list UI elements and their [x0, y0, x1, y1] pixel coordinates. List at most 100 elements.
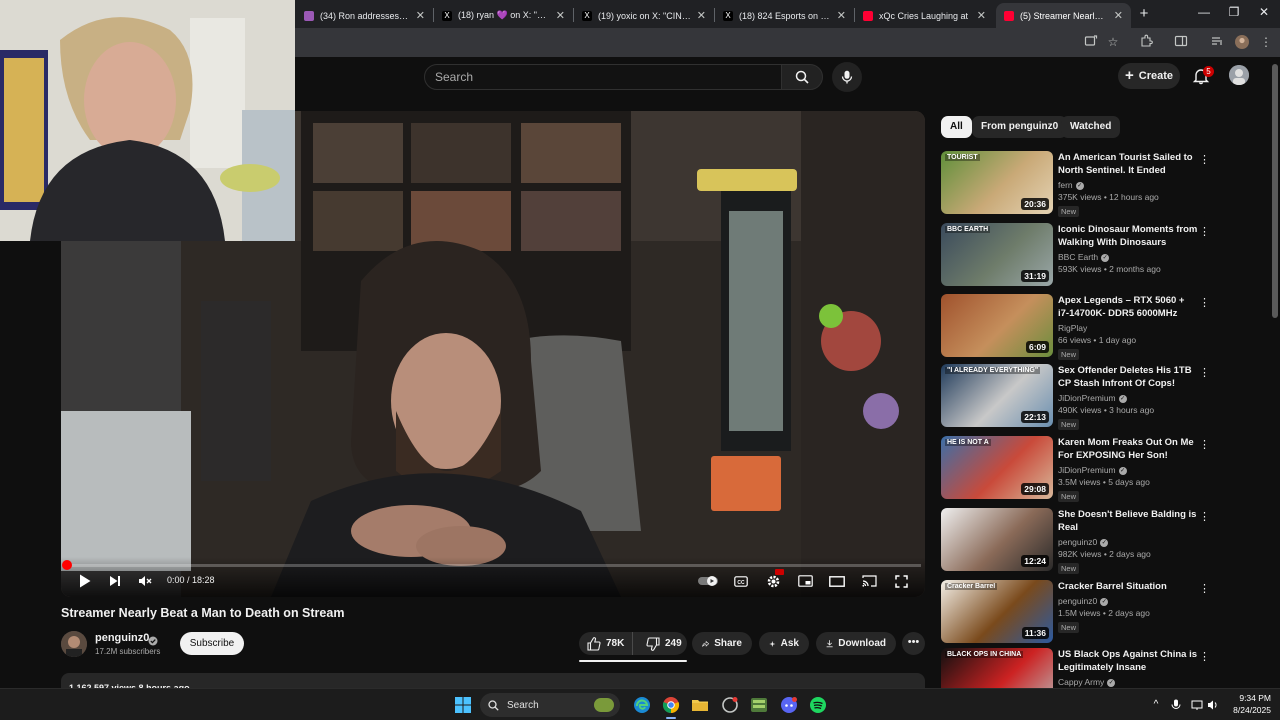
more-options-icon[interactable]: ⋮	[1199, 153, 1210, 167]
channel-avatar[interactable]	[61, 631, 87, 657]
network-icon[interactable]	[1191, 699, 1203, 711]
video-title[interactable]: Iconic Dinosaur Moments from Walking Wit…	[1058, 223, 1198, 249]
chip-from-channel[interactable]: From penguinz0	[972, 116, 1068, 138]
recommended-video[interactable]: 6:09 Apex Legends – RTX 5060 + i7-14700K-…	[941, 294, 1211, 360]
video-title[interactable]: Sex Offender Deletes His 1TB CP Stash In…	[1058, 364, 1198, 390]
video-title[interactable]: Apex Legends – RTX 5060 + i7-14700K- DDR…	[1058, 294, 1198, 320]
video-title[interactable]: Cracker Barrel Situation	[1058, 580, 1198, 593]
voice-search-button[interactable]	[832, 62, 862, 92]
seek-bar[interactable]	[61, 560, 921, 570]
recommended-video[interactable]: TOURIST 20:36 An American Tourist Sailed t…	[941, 151, 1211, 217]
taskbar-clock[interactable]: 9:34 PM	[1226, 693, 1271, 703]
more-options-icon[interactable]: ⋮	[1199, 225, 1210, 239]
browser-tab[interactable]: (34) Ron addresses botting ✕	[296, 3, 433, 28]
video-title[interactable]: Karen Mom Freaks Out On Me For EXPOSING …	[1058, 436, 1198, 462]
chip-watched[interactable]: Watched	[1061, 116, 1121, 138]
like-button[interactable]: 78K	[579, 632, 633, 655]
video-thumbnail[interactable]: HE IS NOT A 29:08	[941, 436, 1053, 499]
channel-name[interactable]: BBC Earth ✓	[1058, 252, 1110, 262]
star-icon[interactable]: ☆	[1105, 34, 1121, 50]
windows-start-icon[interactable]	[454, 696, 472, 714]
autoplay-toggle[interactable]	[697, 573, 719, 589]
channel-name[interactable]: JiDionPremium ✓	[1058, 393, 1127, 403]
video-title[interactable]: She Doesn't Believe Balding is Real	[1058, 508, 1198, 534]
more-options-icon[interactable]: ⋮	[1199, 366, 1210, 380]
dislike-button[interactable]: 249	[638, 632, 682, 655]
channel-name[interactable]: JiDionPremium ✓	[1058, 465, 1127, 475]
more-options-icon[interactable]: ⋮	[1199, 582, 1210, 596]
download-button[interactable]: Download	[816, 632, 896, 655]
mute-button[interactable]	[137, 573, 153, 589]
subscribe-button[interactable]: Subscribe	[180, 632, 244, 655]
cast-button[interactable]	[861, 573, 877, 589]
fullscreen-button[interactable]	[893, 573, 909, 589]
close-window-button[interactable]: ✕	[1254, 5, 1274, 19]
new-tab-button[interactable]: +	[1136, 5, 1152, 23]
video-title[interactable]: US Black Ops Against China is Legitimate…	[1058, 648, 1198, 674]
search-button[interactable]	[781, 64, 823, 90]
screen-capture-icon[interactable]	[1083, 34, 1099, 50]
spotify-icon[interactable]	[809, 696, 827, 714]
taskbar-date[interactable]: 8/24/2025	[1226, 705, 1271, 715]
taskbar-search[interactable]: Search	[480, 693, 620, 717]
channel-name[interactable]: penguinz0	[95, 632, 149, 644]
more-options-icon[interactable]: ⋮	[1199, 438, 1210, 452]
more-options-icon[interactable]: ⋮	[1199, 296, 1210, 310]
recommended-video[interactable]: BBC EARTH 31:19 Iconic Dinosaur Moments fr…	[941, 223, 1211, 287]
settings-button[interactable]	[765, 569, 784, 589]
more-actions-button[interactable]: •••	[902, 632, 925, 655]
search-input[interactable]: Search	[424, 64, 782, 90]
browser-tab[interactable]: X (19) yoxic on X: "CINNA & ✕	[574, 3, 714, 28]
video-thumbnail[interactable]: 12:24	[941, 508, 1053, 571]
close-tab-icon[interactable]: ✕	[837, 9, 846, 22]
video-thumbnail[interactable]: BBC EARTH 31:19	[941, 223, 1053, 286]
sidebar-icon[interactable]	[1173, 34, 1189, 50]
seek-bar-handle[interactable]	[61, 560, 72, 570]
more-options-icon[interactable]: ⋮	[1199, 510, 1210, 524]
close-tab-icon[interactable]: ✕	[697, 9, 706, 22]
microphone-icon[interactable]	[1170, 699, 1182, 711]
play-button[interactable]	[77, 573, 93, 589]
edge-icon[interactable]	[633, 696, 651, 714]
channel-name[interactable]: RigPlay	[1058, 323, 1087, 333]
channel-name[interactable]: fern ✓	[1058, 180, 1084, 190]
ask-button[interactable]: Ask	[759, 632, 809, 655]
volume-icon[interactable]	[1207, 699, 1219, 711]
more-options-icon[interactable]: ⋮	[1199, 650, 1210, 664]
captions-button[interactable]: CC	[733, 573, 749, 589]
close-tab-icon[interactable]: ✕	[1114, 9, 1123, 22]
browser-tab[interactable]: xQc Cries Laughing at ✕	[855, 3, 994, 28]
app-icon[interactable]	[750, 696, 768, 714]
menu-icon[interactable]: ⋮	[1258, 34, 1274, 50]
file-explorer-icon[interactable]	[691, 696, 709, 714]
channel-name[interactable]: Cappy Army ✓	[1058, 677, 1116, 687]
share-button[interactable]: Share	[692, 632, 752, 655]
close-tab-icon[interactable]: ✕	[977, 9, 986, 22]
theater-mode-button[interactable]	[829, 573, 845, 589]
video-thumbnail[interactable]: Cracker Barrel 11:36	[941, 580, 1053, 643]
account-avatar[interactable]	[1229, 65, 1249, 85]
next-button[interactable]	[107, 573, 123, 589]
restore-button[interactable]: ❐	[1224, 5, 1244, 19]
recommended-video[interactable]: "I ALREADY EVERYTHING" 22:13 Sex Offender …	[941, 364, 1211, 430]
browser-tab[interactable]: X (18) ryan 💜 on X: "here a ✕	[434, 3, 573, 28]
recommended-video[interactable]: 12:24 She Doesn't Believe Balding is Real…	[941, 508, 1211, 574]
close-tab-icon[interactable]: ✕	[416, 9, 425, 22]
browser-tab[interactable]: X (18) 824 Esports on X: "R ✕	[715, 3, 854, 28]
close-tab-icon[interactable]: ✕	[556, 9, 565, 22]
video-thumbnail[interactable]: "I ALREADY EVERYTHING" 22:13	[941, 364, 1053, 427]
discord-icon[interactable]	[780, 696, 798, 714]
chip-all[interactable]: All	[941, 116, 972, 138]
miniplayer-button[interactable]	[797, 573, 813, 589]
create-button[interactable]: + Create	[1118, 63, 1180, 89]
browser-tab-active[interactable]: (5) Streamer Nearly Beat a ✕	[996, 3, 1131, 28]
video-thumbnail[interactable]: TOURIST 20:36	[941, 151, 1053, 214]
tray-overflow-icon[interactable]: ^	[1150, 699, 1162, 711]
profile-icon[interactable]	[1234, 34, 1250, 50]
video-title[interactable]: An American Tourist Sailed to North Sent…	[1058, 151, 1198, 177]
minimize-button[interactable]: —	[1194, 5, 1214, 19]
media-icon[interactable]	[1209, 34, 1225, 50]
channel-name[interactable]: penguinz0 ✓	[1058, 596, 1109, 606]
channel-name[interactable]: penguinz0 ✓	[1058, 537, 1109, 547]
recommended-video[interactable]: HE IS NOT A 29:08 Karen Mom Freaks Out On …	[941, 436, 1211, 502]
